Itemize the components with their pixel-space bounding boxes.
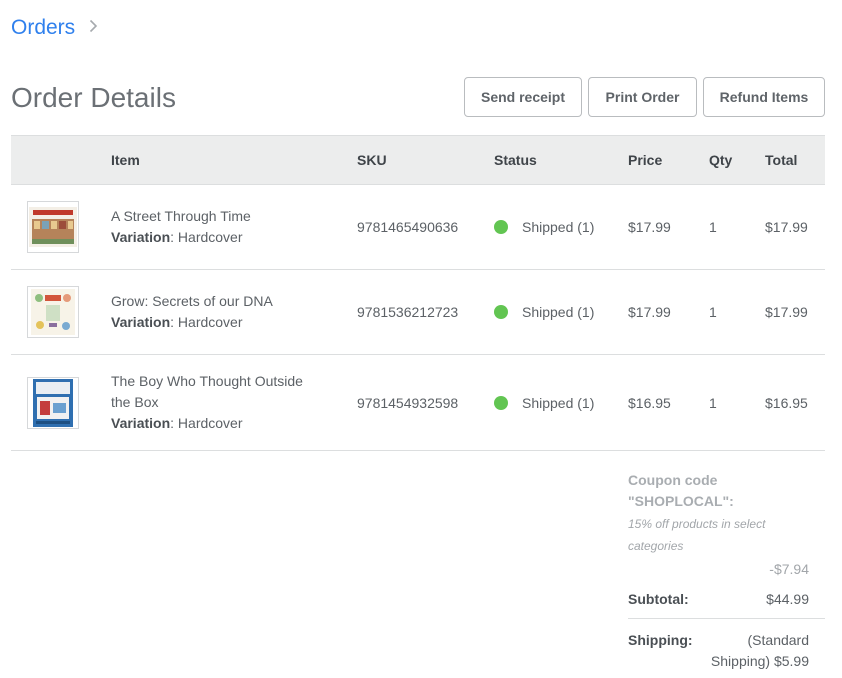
breadcrumb: Orders bbox=[11, 16, 98, 40]
coupon-code-label: Coupon code bbox=[628, 472, 718, 488]
item-total: $17.99 bbox=[765, 219, 808, 235]
status-text: Shipped (1) bbox=[522, 394, 595, 411]
status-dot-icon bbox=[494, 395, 508, 410]
item-name-line2: the Box bbox=[111, 394, 159, 410]
order-actions: Send receipt Print Order Refund Items bbox=[464, 77, 825, 117]
page-title: Order Details bbox=[11, 82, 176, 113]
variation-label: Variation bbox=[111, 415, 171, 431]
variation-value: : Hardcover bbox=[170, 415, 243, 431]
item-qty: 1 bbox=[709, 304, 717, 320]
status-dot-icon bbox=[494, 305, 508, 319]
order-summary: Coupon code "SHOPLOCAL": 15% off product… bbox=[628, 470, 825, 672]
product-thumbnail[interactable] bbox=[27, 376, 79, 429]
item-status: Shipped (1) bbox=[494, 219, 628, 235]
shipping-value-line2: Shipping) $5.99 bbox=[710, 653, 809, 669]
coupon-amount: -$7.94 bbox=[769, 561, 809, 577]
coupon-code-value: "SHOPLOCAL": bbox=[628, 493, 734, 509]
subtotal-label: Subtotal: bbox=[628, 591, 689, 607]
header-price: Price bbox=[628, 152, 663, 168]
item-sku: 9781536212723 bbox=[357, 304, 459, 320]
header-status: Status bbox=[494, 152, 537, 168]
table-row: Grow: Secrets of our DNA Variation: Hard… bbox=[11, 270, 825, 355]
item-name: The Boy Who Thought Outside bbox=[111, 373, 303, 389]
header-total: Total bbox=[765, 152, 798, 168]
subtotal-value: $44.99 bbox=[766, 591, 809, 607]
status-text: Shipped (1) bbox=[522, 304, 595, 320]
variation-value: : Hardcover bbox=[170, 314, 243, 330]
item-price: $16.95 bbox=[628, 394, 671, 411]
summary-divider bbox=[628, 618, 825, 619]
shipping-value: (Standard Shipping) $5.99 bbox=[699, 630, 809, 672]
item-status: Shipped (1) bbox=[494, 395, 628, 411]
item-name: Grow: Secrets of our DNA bbox=[111, 293, 273, 309]
send-receipt-button[interactable]: Send receipt bbox=[464, 77, 582, 117]
item-variation: Variation: Hardcover bbox=[111, 227, 357, 248]
item-total: $16.95 bbox=[765, 394, 808, 411]
table-row: A Street Through Time Variation: Hardcov… bbox=[11, 185, 825, 270]
variation-value: : Hardcover bbox=[170, 229, 243, 245]
item-sku: 9781454932598 bbox=[357, 394, 459, 411]
product-thumbnail[interactable] bbox=[27, 286, 79, 338]
item-name: A Street Through Time bbox=[111, 208, 251, 224]
variation-label: Variation bbox=[111, 229, 171, 245]
item-status: Shipped (1) bbox=[494, 304, 628, 320]
item-variation: Variation: Hardcover bbox=[111, 312, 357, 333]
item-price: $17.99 bbox=[628, 304, 671, 320]
chevron-right-icon bbox=[89, 19, 98, 38]
header-item: Item bbox=[111, 151, 140, 168]
item-sku: 9781465490636 bbox=[357, 219, 459, 235]
subtotal-row: Subtotal: $44.99 bbox=[628, 591, 809, 607]
item-qty: 1 bbox=[709, 219, 717, 235]
shipping-value-line1: (Standard bbox=[747, 632, 809, 648]
refund-items-button[interactable]: Refund Items bbox=[703, 77, 825, 117]
shipping-label: Shipping: bbox=[628, 632, 693, 648]
status-text: Shipped (1) bbox=[522, 219, 595, 235]
table-row: The Boy Who Thought Outside the Box Vari… bbox=[11, 355, 825, 451]
breadcrumb-orders-link[interactable]: Orders bbox=[11, 16, 75, 40]
item-total: $17.99 bbox=[765, 304, 808, 320]
item-qty: 1 bbox=[709, 394, 717, 411]
print-order-button[interactable]: Print Order bbox=[588, 77, 697, 117]
table-header: Item SKU Status Price Qty Total bbox=[11, 135, 825, 185]
product-thumbnail[interactable] bbox=[27, 201, 79, 253]
item-variation: Variation: Hardcover bbox=[111, 413, 357, 434]
order-items-table: Item SKU Status Price Qty Total A Street… bbox=[11, 135, 825, 451]
coupon-description: 15% off products in select categories bbox=[628, 517, 766, 553]
header-qty: Qty bbox=[709, 152, 733, 168]
status-dot-icon bbox=[494, 220, 508, 234]
item-price: $17.99 bbox=[628, 219, 671, 235]
shipping-row: Shipping: (Standard Shipping) $5.99 bbox=[628, 630, 809, 672]
variation-label: Variation bbox=[111, 314, 171, 330]
header-sku: SKU bbox=[357, 152, 387, 168]
